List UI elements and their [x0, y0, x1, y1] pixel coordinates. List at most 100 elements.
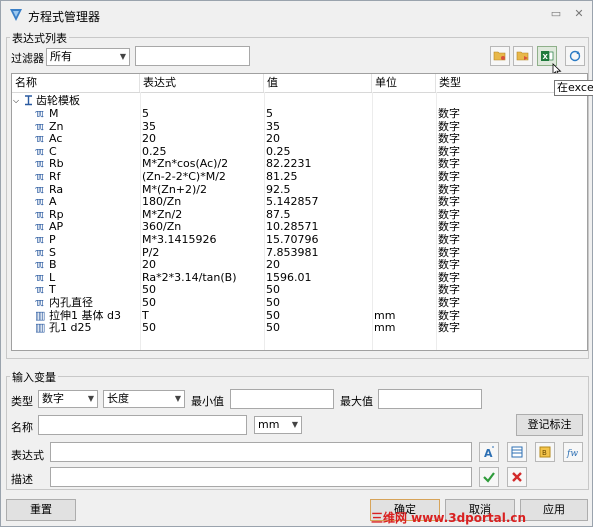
cell-type: 数字	[438, 196, 460, 209]
equation-variable-icon: ℼ	[35, 145, 44, 158]
cell-expression: (Zn-2-2*C)*M/2	[142, 171, 226, 183]
window-title: 方程式管理器	[28, 10, 101, 24]
cell-value: 0.25	[266, 145, 291, 158]
filter-text-input[interactable]	[135, 46, 250, 66]
svg-text:X: X	[543, 53, 549, 61]
table-row[interactable]: ℼ Rf (Zn-2-2*C)*M/2 81.25 数字	[12, 171, 587, 183]
equation-variable-icon: ℼ	[35, 133, 44, 146]
table-row[interactable]: ▥ 拉伸1 基体 d3 T 50 mm 数字	[12, 310, 587, 322]
open-folder-icon	[493, 51, 506, 61]
min-input[interactable]	[230, 389, 334, 409]
description-input[interactable]	[50, 467, 472, 487]
table-row[interactable]: ℼ S P/2 7.853981 数字	[12, 247, 587, 259]
cell-unit: mm	[374, 309, 396, 322]
expression-table: 名称 表达式 值 单位 类型 ⌵ 齿轮模板 ℼ M 5 5 数字 ℼ Zn 35 35 数字 ℼ Ac…	[11, 73, 588, 351]
cell-unit: mm	[374, 322, 396, 335]
svg-text:fw: fw	[566, 449, 578, 459]
table-row[interactable]: ℼ A 180/Zn 5.142857 数字	[12, 196, 587, 208]
refresh-button[interactable]	[565, 46, 585, 66]
table-insert-button[interactable]	[507, 442, 527, 462]
function-button[interactable]: fw	[563, 442, 583, 462]
apply-button[interactable]: 应用	[520, 499, 588, 521]
equation-variable-icon: ℼ	[35, 196, 44, 209]
cell-value: 5	[266, 108, 273, 120]
insert-variable-button[interactable]: B	[535, 442, 555, 462]
confirm-button[interactable]	[479, 467, 499, 487]
table-row[interactable]: ℼ B 20 20 数字	[12, 259, 587, 271]
cell-name: 内孔直径	[49, 297, 93, 309]
cell-name: L	[49, 271, 56, 284]
cell-name: Ra	[49, 183, 64, 196]
save-folder-button[interactable]	[513, 46, 533, 66]
header-value[interactable]: 值	[264, 74, 372, 92]
cell-name: Ac	[49, 133, 63, 146]
table-row[interactable]: ℼ L Ra*2*3.14/tan(B) 1596.01 数字	[12, 272, 587, 284]
collapse-chevron-icon[interactable]: ⌵	[13, 95, 19, 107]
type-label: 类型	[11, 395, 33, 408]
name-input[interactable]	[38, 415, 247, 435]
table-row[interactable]: ℼ C 0.25 0.25 数字	[12, 146, 587, 158]
cell-expression: 50	[142, 322, 156, 335]
type-select[interactable]: 数字 ▼	[38, 390, 98, 408]
cell-value: 81.25	[266, 171, 298, 183]
header-name[interactable]: 名称	[12, 74, 140, 92]
cell-expression: 20	[142, 259, 156, 272]
table-row[interactable]: ℼ Rb M*Zn*cos(Ac)/2 82.2231 数字	[12, 158, 587, 170]
cell-type: 数字	[438, 259, 460, 272]
cell-value: 35	[266, 120, 280, 133]
table-row[interactable]: ℼ 内孔直径 50 50 数字	[12, 297, 587, 309]
function-a-button[interactable]: A	[479, 442, 499, 462]
check-icon	[483, 472, 495, 483]
feature-dimension-icon: ▥	[35, 309, 46, 322]
unit-select[interactable]: mm ▼	[254, 416, 302, 434]
equation-variable-icon: ℼ	[35, 297, 44, 309]
table-row[interactable]: ℼ Zn 35 35 数字	[12, 121, 587, 133]
chevron-down-icon: ▼	[291, 420, 298, 429]
table-row[interactable]: ℼ T 50 50 数字	[12, 284, 587, 296]
table-row[interactable]: ℼ AP 360/Zn 10.28571 数字	[12, 221, 587, 233]
close-icon[interactable]: ✕	[572, 7, 586, 21]
cell-expression: 50	[142, 297, 156, 309]
table-row[interactable]: ℼ Ac 20 20 数字	[12, 133, 587, 145]
header-expression[interactable]: 表达式	[140, 74, 264, 92]
site-watermark: 三维网 www.3dportal.cn	[371, 511, 527, 525]
reset-button[interactable]: 重置	[6, 499, 76, 521]
expression-input[interactable]	[50, 442, 472, 462]
equation-variable-icon: ℼ	[35, 259, 44, 272]
table-row[interactable]: ℼ M 5 5 数字	[12, 108, 587, 120]
discard-button[interactable]	[507, 467, 527, 487]
max-input[interactable]	[378, 389, 482, 409]
cell-value: 1596.01	[266, 271, 312, 284]
cell-name: AP	[49, 221, 64, 234]
cell-expression: 180/Zn	[142, 196, 182, 209]
cell-expression: P/2	[142, 246, 160, 259]
filter-label: 过滤器	[11, 52, 44, 65]
header-unit[interactable]: 单位	[372, 74, 436, 92]
cell-value: 50	[266, 309, 280, 322]
cell-name: S	[49, 246, 56, 259]
cell-type: 数字	[438, 158, 460, 171]
cell-type: 数字	[438, 171, 460, 183]
group-row[interactable]: ⌵ 齿轮模板	[12, 95, 587, 107]
cell-expression: 35	[142, 120, 156, 133]
minimize-icon[interactable]: ▭	[549, 7, 563, 21]
cell-type: 数字	[438, 271, 460, 284]
open-folder-button[interactable]	[490, 46, 510, 66]
cell-value: 92.5	[266, 183, 291, 196]
cell-type: 数字	[438, 133, 460, 146]
description-label: 描述	[11, 473, 33, 486]
table-row[interactable]: ℼ Ra M*(Zn+2)/2 92.5 数字	[12, 184, 587, 196]
cell-name: 拉伸1 基体 d3	[49, 309, 121, 322]
filter-select[interactable]: 所有 ▼	[46, 48, 130, 66]
table-row[interactable]: ℼ Rp M*Zn/2 87.5 数字	[12, 209, 587, 221]
table-row[interactable]: ℼ P M*3.1415926 15.70796 数字	[12, 234, 587, 246]
equation-variable-icon: ℼ	[35, 208, 44, 221]
cell-expression: 360/Zn	[142, 221, 182, 234]
register-annotation-button[interactable]: 登记标注	[516, 414, 583, 436]
app-icon	[10, 9, 22, 21]
subtype-select[interactable]: 长度 ▼	[103, 390, 185, 408]
variable-icon: B	[539, 446, 551, 458]
cell-value: 15.70796	[266, 234, 319, 246]
table-row[interactable]: ▥ 孔1 d25 50 50 mm 数字	[12, 322, 587, 334]
excel-icon: X	[541, 51, 554, 61]
